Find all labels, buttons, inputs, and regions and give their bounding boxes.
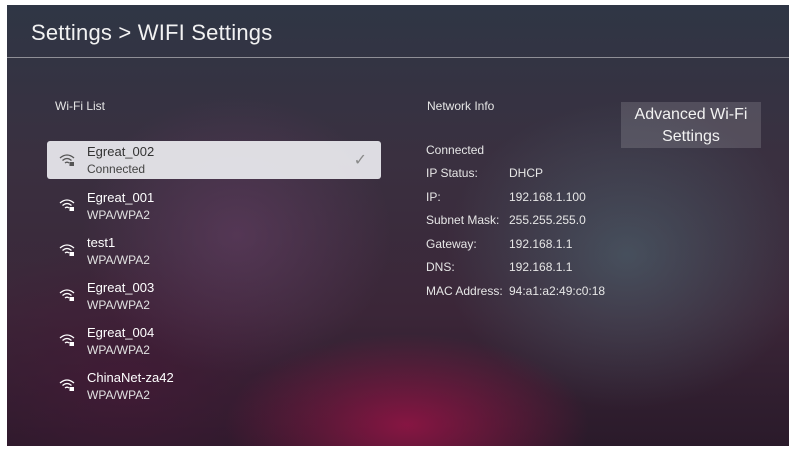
wifi-list: Egreat_002 Connected ✓ Egreat_001 WPA/WP… <box>47 141 381 411</box>
wifi-item-egreat-002[interactable]: Egreat_002 Connected ✓ <box>47 141 381 179</box>
wifi-item-egreat-004[interactable]: Egreat_004 WPA/WPA2 <box>47 321 381 366</box>
advanced-wifi-settings-button[interactable]: Advanced Wi-Fi Settings <box>621 102 761 148</box>
tv-screen: Settings > WIFI Settings Wi-Fi List Egre… <box>7 5 789 446</box>
wifi-item-name: Egreat_002 <box>87 144 155 159</box>
ip-status-label: IP Status: <box>426 166 478 180</box>
wifi-item-name: ChinaNet-za42 <box>87 370 174 385</box>
advanced-button-line1: Advanced Wi-Fi <box>634 106 748 123</box>
ip-status-value: DHCP <box>509 166 544 180</box>
network-info-label: Network Info <box>427 99 495 113</box>
wifi-item-name: test1 <box>87 235 116 250</box>
mac-label: MAC Address: <box>426 284 503 298</box>
wifi-item-test1[interactable]: test1 WPA/WPA2 <box>47 231 381 276</box>
wifi-lock-icon <box>59 199 75 211</box>
wifi-lock-icon <box>59 154 75 166</box>
ip-value: 192.168.1.100 <box>509 190 586 204</box>
page-title: Settings > WIFI Settings <box>31 20 273 45</box>
connection-state: Connected <box>426 143 485 157</box>
gateway-label: Gateway: <box>426 237 477 251</box>
ip-label: IP: <box>426 190 441 204</box>
wifi-item-status: WPA/WPA2 <box>87 208 150 222</box>
wifi-item-status: WPA/WPA2 <box>87 388 150 402</box>
mac-value: 94:a1:a2:49:c0:18 <box>509 284 606 298</box>
checkmark-icon: ✓ <box>353 152 367 169</box>
wifi-item-egreat-001[interactable]: Egreat_001 WPA/WPA2 <box>47 186 381 231</box>
wifi-lock-icon <box>59 379 75 391</box>
dns-label: DNS: <box>426 260 455 274</box>
wifi-item-status: WPA/WPA2 <box>87 343 150 357</box>
wifi-lock-icon <box>59 334 75 346</box>
wifi-lock-icon <box>59 244 75 256</box>
wifi-item-status: Connected <box>87 162 146 176</box>
advanced-button-line2: Settings <box>662 128 720 145</box>
wifi-item-name: Egreat_001 <box>87 190 155 205</box>
subnet-label: Subnet Mask: <box>426 213 500 227</box>
wifi-item-name: Egreat_003 <box>87 280 155 295</box>
wifi-item-status: WPA/WPA2 <box>87 253 150 267</box>
wifi-lock-icon <box>59 289 75 301</box>
wifi-item-egreat-003[interactable]: Egreat_003 WPA/WPA2 <box>47 276 381 321</box>
subnet-value: 255.255.255.0 <box>509 213 586 227</box>
title-divider <box>7 57 789 58</box>
wifi-item-status: WPA/WPA2 <box>87 298 150 312</box>
wifi-list-label: Wi-Fi List <box>55 99 105 113</box>
wifi-item-name: Egreat_004 <box>87 325 155 340</box>
wifi-item-chinanet-za42[interactable]: ChinaNet-za42 WPA/WPA2 <box>47 366 381 411</box>
gateway-value: 192.168.1.1 <box>509 237 573 251</box>
dns-value: 192.168.1.1 <box>509 260 573 274</box>
